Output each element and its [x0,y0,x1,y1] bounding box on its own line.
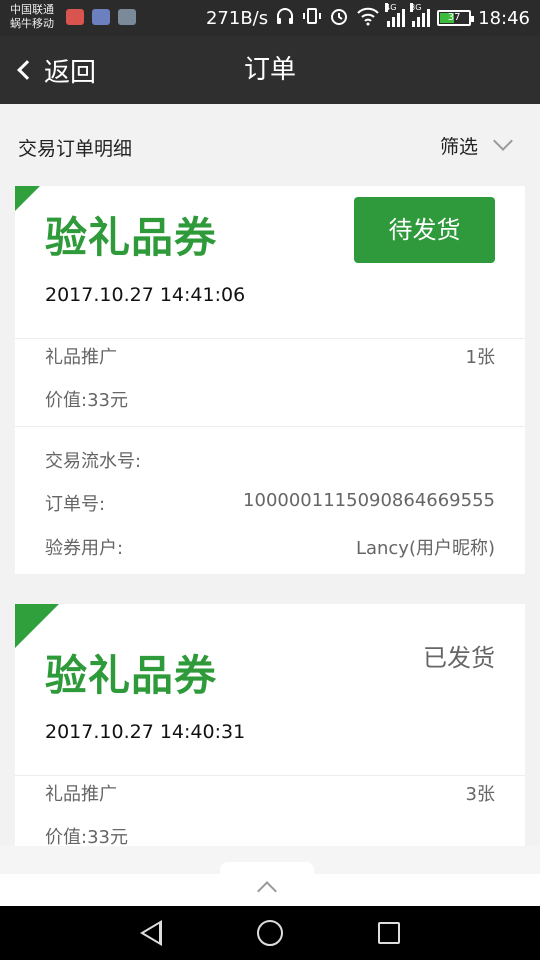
value-row: 价值:33元 [45,386,495,416]
battery-icon: 37 [437,10,475,26]
product-name: 礼品推广 [45,784,117,805]
order-number-row: 订单号: 1000001115090864669555 [45,490,495,520]
signal-3g-icon: 3G [410,3,431,27]
product-value: 价值:33元 [45,827,128,846]
filter-button[interactable]: 筛选 [439,128,513,162]
headphone-icon [275,6,295,31]
wifi-icon [356,6,380,31]
filter-row: 交易订单明细 筛选 [0,104,540,186]
chevron-left-icon [17,60,37,80]
notification-icons [66,9,136,25]
product-quantity: 3张 [465,784,495,805]
network-type-label: 4G [385,3,397,12]
image-notification-icon [118,9,136,25]
vibrate-icon [302,6,322,31]
order-datetime: 2017.10.27 14:40:31 [45,721,246,743]
carrier-info: 中国联通 蜗牛移动 [10,3,54,31]
filter-label: 筛选 [439,135,478,158]
app-notification-icon [92,9,110,25]
system-back-icon[interactable] [140,920,162,946]
user-row: 验券用户: Lancy(用户昵称) [45,534,495,564]
product-name: 礼品推广 [45,347,117,368]
product-quantity: 1张 [465,347,495,368]
battery-level: 37 [447,12,461,23]
network-speed: 271B/s [205,7,269,29]
network-type-label: 3G [410,3,422,12]
product-row: 礼品推广 1张 [45,343,495,373]
order-title: 验礼品券 [45,213,218,262]
back-label: 返回 [44,57,97,88]
chevron-down-icon [493,131,513,151]
back-button[interactable]: 返回 [17,36,97,104]
user-label: 验券用户: [45,538,124,559]
bottom-bar [0,846,540,906]
order-title: 验礼品券 [45,651,218,700]
order-number-label: 订单号: [45,494,106,515]
order-card[interactable]: 验礼品券 已发货 2017.10.27 14:40:31 礼品推广 3张 价值:… [15,604,525,846]
alarm-icon [329,6,349,31]
divider [15,338,525,339]
section-title: 交易订单明细 [18,138,133,160]
product-value: 价值:33元 [45,390,128,411]
product-row: 礼品推广 3张 [45,780,495,810]
signal-4g-icon: 4G [385,3,406,27]
chevron-up-icon [257,881,277,901]
user-name: Lancy(用户昵称) [355,538,495,559]
order-card[interactable]: 验礼品券 待发货 2017.10.27 14:41:06 礼品推广 1张 价值:… [15,186,525,574]
order-number: 1000001115090864669555 [243,490,495,511]
divider [15,426,525,427]
serial-label: 交易流水号: [45,451,142,472]
system-home-icon[interactable] [257,920,283,946]
scroll-top-button[interactable] [220,862,314,906]
clock: 18:46 [478,7,530,29]
carrier-name-secondary: 蜗牛移动 [10,17,54,30]
nav-bar: 订单 返回 [0,36,540,104]
status-bar: 中国联通 蜗牛移动 271B/s 4G 3G 37 18:46 [0,0,540,36]
divider [15,775,525,776]
status-icons: 271B/s 4G 3G 37 18:46 [205,3,530,31]
status-shipped: 已发货 [423,644,495,672]
system-nav-bar [0,906,540,960]
app-notification-icon [66,9,84,25]
corner-ribbon [15,186,40,211]
system-recents-icon[interactable] [378,922,400,944]
status-pending-button[interactable]: 待发货 [354,197,495,263]
order-datetime: 2017.10.27 14:41:06 [45,284,246,306]
serial-row: 交易流水号: [45,447,495,477]
value-row: 价值:33元 [45,823,495,846]
carrier-name: 中国联通 [10,3,54,16]
